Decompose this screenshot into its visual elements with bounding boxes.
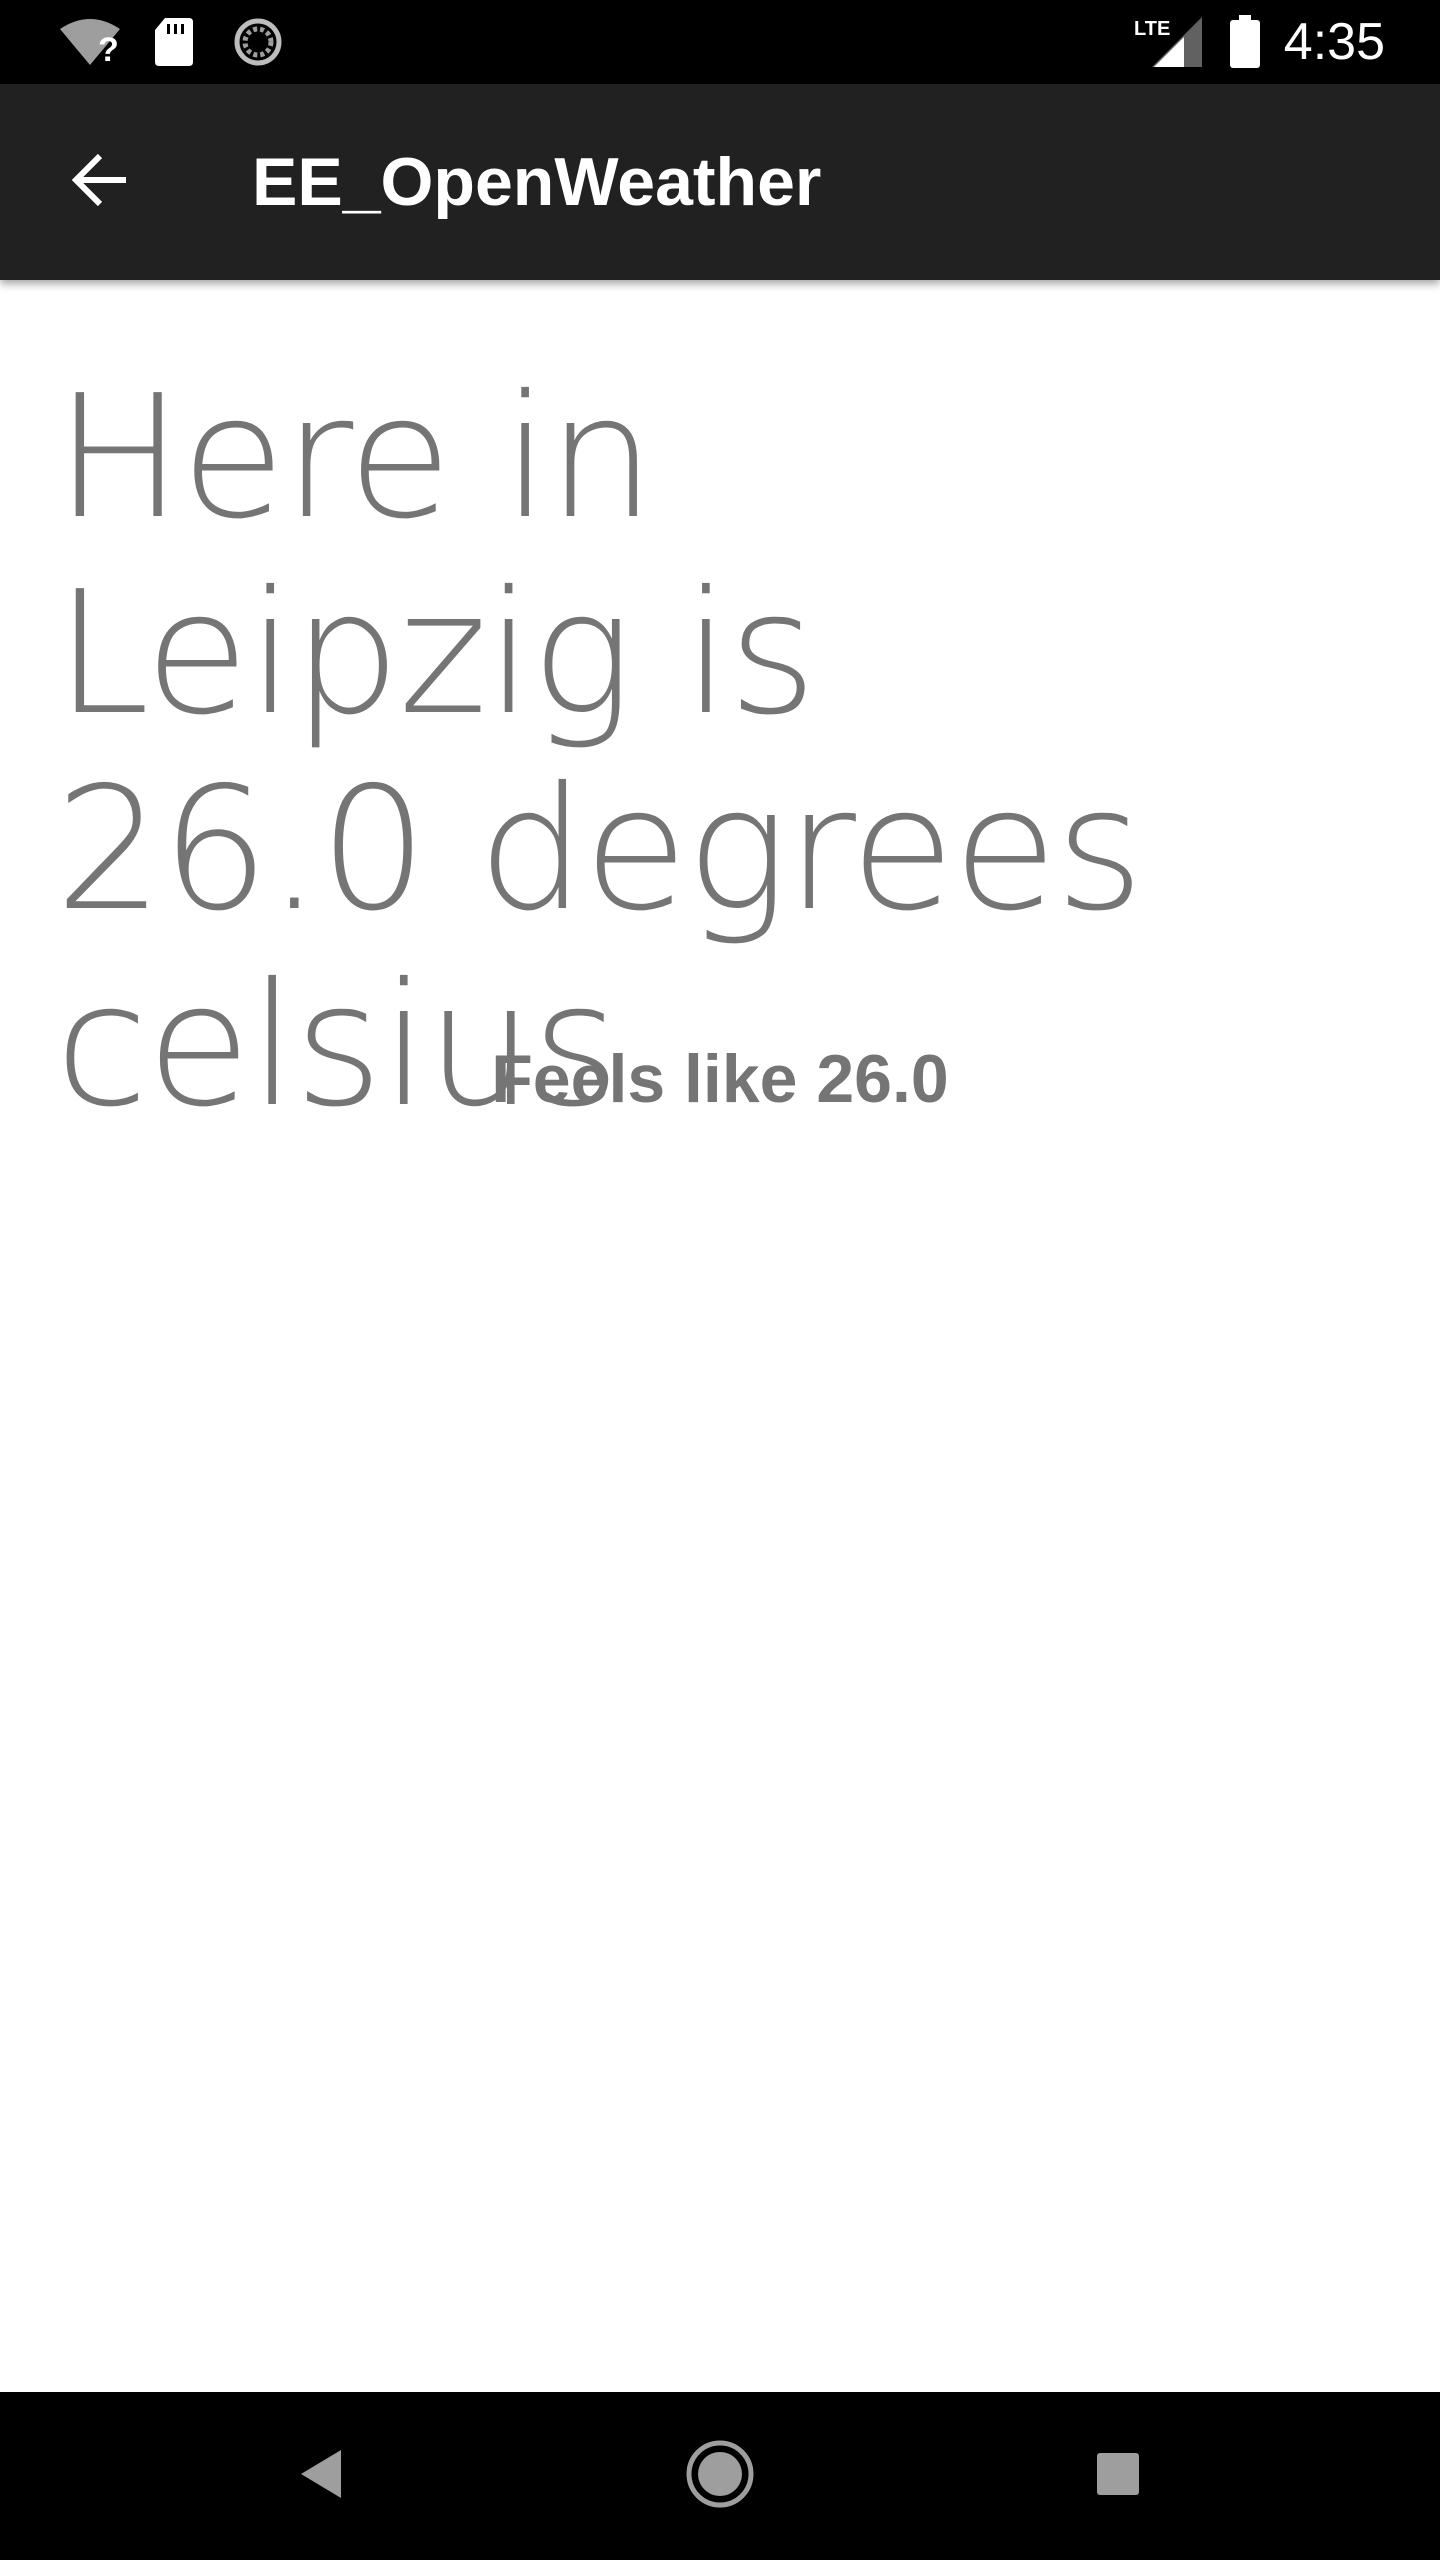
main-content: Here in Leipzig is 26.0 degrees celsius … (0, 280, 1440, 2392)
wifi-unknown-icon: ? (58, 0, 122, 84)
status-bar: ? LTE 4:35 (0, 0, 1440, 84)
sd-card-icon (152, 0, 196, 84)
lte-signal-icon: LTE (1134, 0, 1204, 84)
app-bar: EE_OpenWeather (0, 84, 1440, 280)
svg-text:?: ? (98, 31, 119, 67)
nav-recents-button[interactable] (1058, 2416, 1178, 2536)
feels-like-text: Feels like 26.0 (491, 1041, 949, 1117)
back-button[interactable] (50, 132, 150, 232)
home-circle-icon (685, 2439, 755, 2513)
battery-icon (1228, 0, 1262, 84)
nav-back-button[interactable] (262, 2416, 382, 2536)
status-time: 4:35 (1283, 13, 1385, 71)
back-triangle-icon (297, 2446, 347, 2506)
navigation-bar (0, 2392, 1440, 2560)
sync-icon (232, 0, 284, 84)
lte-label: LTE (1134, 18, 1170, 40)
weather-headline: Here in Leipzig is 26.0 degrees celsius (55, 359, 1144, 1145)
arrow-back-icon (68, 148, 132, 216)
nav-home-button[interactable] (660, 2416, 780, 2536)
app-title: EE_OpenWeather (252, 144, 822, 220)
recents-square-icon (1095, 2451, 1141, 2501)
